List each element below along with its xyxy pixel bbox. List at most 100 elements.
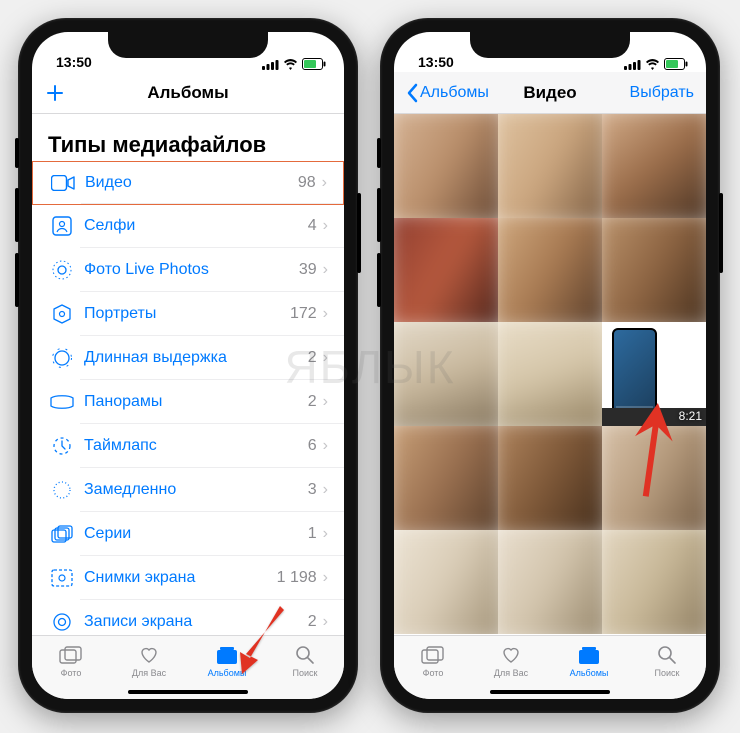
row-slomo[interactable]: Замедленно 3 › [32,468,344,512]
home-indicator[interactable] [128,690,248,694]
row-screenshots[interactable]: Снимки экрана 1 198 › [32,556,344,600]
tab-foryou[interactable]: Для Вас [472,636,550,685]
tab-search[interactable]: Поиск [266,636,344,685]
iphone-notch [470,32,630,58]
row-screenrecordings[interactable]: Записи экрана 2 › [32,600,344,635]
row-label: Панорамы [84,393,308,411]
video-camera-icon [49,171,77,195]
video-thumb[interactable] [498,114,602,218]
back-button[interactable]: Альбомы [394,72,501,113]
video-thumb[interactable] [498,530,602,634]
tab-label: Фото [61,668,82,678]
row-count: 2 [308,613,317,631]
video-thumb-highlighted[interactable]: 8:21 [602,322,706,426]
tab-label: Поиск [655,668,680,678]
row-count: 4 [308,217,317,235]
albums-icon [215,644,239,666]
row-portraits[interactable]: Портреты 172 › [32,292,344,336]
row-count: 3 [308,481,317,499]
live-photos-icon [48,258,76,282]
iphone-notch [108,32,268,58]
row-label: Видео [85,174,298,192]
tab-search[interactable]: Поиск [628,636,706,685]
chevron-right-icon: › [323,437,328,455]
search-icon [657,644,677,666]
row-panoramas[interactable]: Панорамы 2 › [32,380,344,424]
chevron-right-icon: › [323,569,328,587]
panorama-icon [48,390,76,414]
tab-label: Альбомы [570,668,609,678]
tab-albums[interactable]: Альбомы [550,636,628,685]
tab-foryou[interactable]: Для Вас [110,636,188,685]
row-count: 1 [308,525,317,543]
row-selfie[interactable]: Селфи 4 › [32,204,344,248]
select-label: Выбрать [630,84,694,102]
chevron-right-icon: › [322,174,327,192]
video-thumb[interactable] [394,218,498,322]
row-count: 98 [298,174,316,192]
foryou-icon [139,644,159,666]
timelapse-icon [48,434,76,458]
video-thumb[interactable] [498,426,602,530]
slomo-icon [48,478,76,502]
tab-label: Фото [423,668,444,678]
screen-recording-icon [48,610,76,634]
chevron-right-icon: › [323,525,328,543]
status-time: 13:50 [56,54,92,70]
albums-content[interactable]: Типы медиафайлов Видео 98 › Селфи 4 › Фо… [32,114,344,635]
video-thumb[interactable] [394,322,498,426]
video-thumb[interactable] [498,322,602,426]
video-thumb[interactable] [498,218,602,322]
row-label: Серии [84,525,308,543]
row-label: Длинная выдержка [84,349,308,367]
video-thumb[interactable] [602,218,706,322]
row-count: 2 [308,349,317,367]
video-thumb[interactable] [602,114,706,218]
video-grid-content[interactable]: 8:21 [394,114,706,635]
status-indicators [624,58,688,70]
tab-label: Альбомы [208,668,247,678]
foryou-icon [501,644,521,666]
row-timelapse[interactable]: Таймлапс 6 › [32,424,344,468]
phone-right: 13:50 Альбомы Видео Выбрать [380,18,720,713]
selfie-icon [48,214,76,238]
row-livephotos[interactable]: Фото Live Photos 39 › [32,248,344,292]
home-indicator[interactable] [490,690,610,694]
video-thumb[interactable] [602,426,706,530]
tab-photos[interactable]: Фото [32,636,110,685]
row-label: Таймлапс [84,437,308,455]
status-indicators [262,58,326,70]
row-count: 6 [308,437,317,455]
video-thumb[interactable] [394,114,498,218]
row-count: 39 [299,261,317,279]
back-label: Альбомы [420,84,489,102]
phone-left: 13:50 Альбомы Типы медиафайлов Видео [18,18,358,713]
row-label: Портреты [84,305,290,323]
tab-label: Для Вас [132,668,166,678]
chevron-right-icon: › [323,261,328,279]
row-count: 1 198 [277,569,317,587]
nav-title: Видео [523,83,576,103]
chevron-right-icon: › [323,613,328,631]
row-label: Снимки экрана [84,569,277,587]
row-label: Записи экрана [84,613,308,631]
chevron-right-icon: › [323,393,328,411]
row-longexposure[interactable]: Длинная выдержка 2 › [32,336,344,380]
section-media-types: Типы медиафайлов [32,114,344,162]
photos-icon [421,644,445,666]
albums-icon [577,644,601,666]
video-thumb[interactable] [394,530,498,634]
video-duration: 8:21 [679,409,702,423]
row-count: 172 [290,305,317,323]
long-exposure-icon [48,346,76,370]
row-video[interactable]: Видео 98 › [32,161,344,205]
tab-photos[interactable]: Фото [394,636,472,685]
tab-albums[interactable]: Альбомы [188,636,266,685]
select-button[interactable]: Выбрать [618,72,706,113]
add-button[interactable] [32,72,78,113]
video-thumb[interactable] [602,530,706,634]
chevron-right-icon: › [323,481,328,499]
video-thumb[interactable] [394,426,498,530]
nav-bar: Альбомы Видео Выбрать [394,72,706,114]
row-bursts[interactable]: Серии 1 › [32,512,344,556]
